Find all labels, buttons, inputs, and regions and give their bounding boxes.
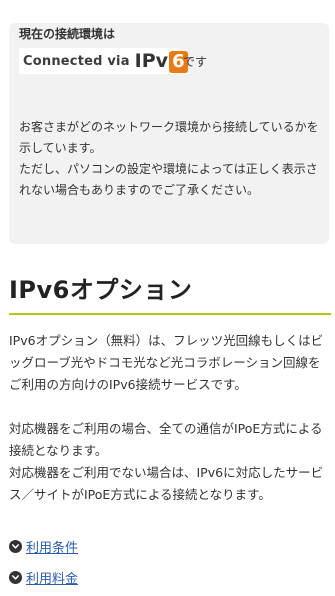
connection-status-heading: 現在の接続環境は — [19, 27, 116, 41]
badge-suffix-text: です — [183, 54, 208, 69]
connected-via-ipv6-badge: Connected via IPv 6 — [19, 48, 188, 74]
chevron-down-circle-icon — [9, 540, 22, 553]
page-title: IPv6オプション — [9, 276, 193, 304]
connection-status-line: Connected via IPv 6 です — [19, 47, 207, 75]
ipv6-option-page: 現在の接続環境は Connected via IPv 6 です お客さまがどのネッ… — [0, 0, 335, 596]
title-divider — [9, 313, 331, 315]
terms-of-use-link-row[interactable]: 利用条件 — [9, 537, 78, 556]
chevron-down-circle-icon — [9, 571, 22, 584]
service-description: IPv6オプション（無料）は、フレッツ光回線もしくはビッグローブ光やドコモ光など… — [9, 330, 331, 396]
terms-of-use-link[interactable]: 利用条件 — [26, 537, 78, 556]
status-desc-line-2: ただし、パソコンの設定や環境によっては正しく表示されない場合もありますのでご了承… — [19, 162, 318, 197]
badge-ipv-text: IPv 6 — [135, 50, 188, 73]
device-note-unsupported: 対応機器をご利用でない場合は、IPv6に対応したサービス／サイトがIPoE方式に… — [9, 465, 324, 502]
badge-connected-text: Connected via — [23, 53, 130, 69]
badge-ipv-letters: IPv — [134, 49, 169, 72]
status-desc-line-1: お客さまがどのネットワーク環境から接続しているかを示しています。 — [19, 120, 319, 155]
service-description-text: IPv6オプション（無料）は、フレッツ光回線もしくはビッグローブ光やドコモ光など… — [9, 333, 324, 392]
pricing-link[interactable]: 利用料金 — [26, 568, 78, 587]
device-connection-notes: 対応機器をご利用の場合、全ての通信がIPoE方式による接続となります。 対応機器… — [9, 418, 331, 506]
device-note-supported: 対応機器をご利用の場合、全ての通信がIPoE方式による接続となります。 — [9, 421, 323, 458]
pricing-link-row[interactable]: 利用料金 — [9, 568, 78, 587]
connection-status-description: お客さまがどのネットワーク環境から接続しているかを示しています。 ただし、パソコ… — [19, 117, 321, 201]
